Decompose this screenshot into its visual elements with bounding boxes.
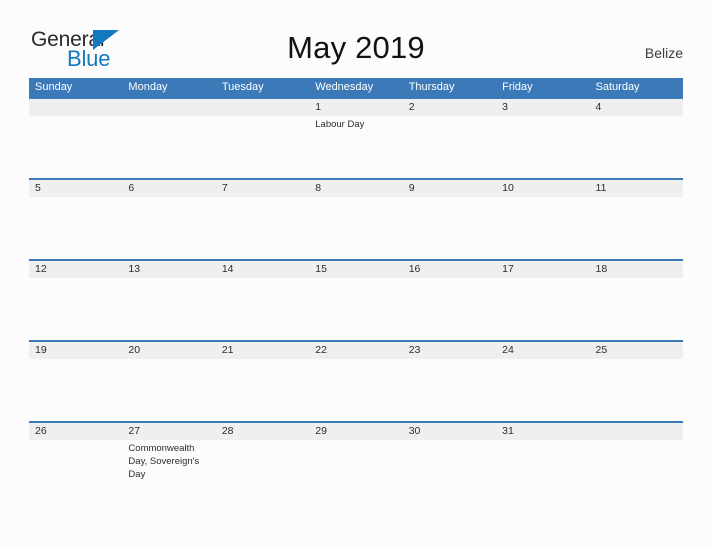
day-events [29,440,122,502]
day-number[interactable]: 18 [590,261,683,278]
day-number[interactable]: 24 [496,342,589,359]
day-number[interactable]: 31 [496,423,589,440]
weekday-header-row: Sunday Monday Tuesday Wednesday Thursday… [29,78,683,97]
weekday-header-monday: Monday [128,81,168,93]
weekday-header-thursday: Thursday [408,81,455,93]
day-events [590,116,683,178]
day-number[interactable] [122,99,215,116]
day-number[interactable]: 8 [309,180,402,197]
day-number[interactable]: 6 [122,180,215,197]
day-number[interactable]: 13 [122,261,215,278]
day-number[interactable] [590,423,683,440]
day-number[interactable]: 20 [122,342,215,359]
day-events [496,278,589,340]
day-events [122,116,215,178]
day-events [29,197,122,259]
day-number[interactable]: 3 [496,99,589,116]
day-events [29,359,122,421]
day-events [403,440,496,502]
day-number[interactable]: 9 [403,180,496,197]
day-number[interactable] [216,99,309,116]
week-daynumber-band: 19 20 21 22 23 24 25 [29,342,683,359]
day-number[interactable]: 14 [216,261,309,278]
day-number[interactable]: 10 [496,180,589,197]
day-events [590,278,683,340]
week-events-band [29,278,683,340]
day-events [309,440,402,502]
day-events [309,197,402,259]
day-number[interactable]: 17 [496,261,589,278]
week-daynumber-band: 5 6 7 8 9 10 11 [29,180,683,197]
weekday-header-sunday: Sunday [35,81,73,93]
calendar-week-row: 26 27 28 29 30 31 Commonwealth Day, Sove… [29,421,683,502]
day-number[interactable]: 29 [309,423,402,440]
week-daynumber-band: 12 13 14 15 16 17 18 [29,261,683,278]
day-events [29,116,122,178]
weekday-header-saturday: Saturday [595,81,640,93]
week-daynumber-band: 26 27 28 29 30 31 [29,423,683,440]
day-events [122,359,215,421]
day-events [496,359,589,421]
calendar-week-row: 19 20 21 22 23 24 25 [29,340,683,421]
week-daynumber-band: 1 2 3 4 [29,99,683,116]
day-number[interactable]: 19 [29,342,122,359]
day-events [403,359,496,421]
day-events [590,197,683,259]
day-events [216,197,309,259]
week-events-band: Labour Day [29,116,683,178]
day-events [496,440,589,502]
day-events [590,359,683,421]
day-number[interactable]: 16 [403,261,496,278]
week-events-band [29,359,683,421]
day-events [403,278,496,340]
day-events [122,197,215,259]
day-number[interactable]: 15 [309,261,402,278]
day-number[interactable]: 2 [403,99,496,116]
day-events [122,278,215,340]
calendar-grid: Sunday Monday Tuesday Wednesday Thursday… [29,78,683,502]
day-events [216,440,309,502]
day-events: Commonwealth Day, Sovereign's Day [128,443,200,480]
day-number[interactable]: 23 [403,342,496,359]
weekday-header-tuesday: Tuesday [221,81,264,93]
day-events [216,278,309,340]
day-events [309,278,402,340]
day-events [403,116,496,178]
day-number[interactable] [29,99,122,116]
week-events-band [29,197,683,259]
day-events [403,197,496,259]
day-number[interactable]: 5 [29,180,122,197]
day-events: Labour Day [315,119,365,130]
day-number[interactable]: 27 [122,423,215,440]
weekday-header-wednesday: Wednesday [315,81,374,93]
day-number[interactable]: 11 [590,180,683,197]
page-title: May 2019 [287,30,425,65]
country-label: Belize [644,45,683,61]
day-events [29,278,122,340]
day-number[interactable]: 7 [216,180,309,197]
day-number[interactable]: 28 [216,423,309,440]
day-number[interactable]: 4 [590,99,683,116]
calendar-week-row: 12 13 14 15 16 17 18 [29,259,683,340]
day-number[interactable]: 26 [29,423,122,440]
day-events [496,197,589,259]
day-events [496,116,589,178]
day-number[interactable]: 30 [403,423,496,440]
week-events-band: Commonwealth Day, Sovereign's Day [29,440,683,502]
day-number[interactable]: 12 [29,261,122,278]
weekday-header-friday: Friday [502,81,533,93]
day-number[interactable]: 22 [309,342,402,359]
day-events [216,359,309,421]
page-header: General Blue May 2019 Belize [0,0,712,76]
calendar-week-row: 1 2 3 4 Labour Day [29,97,683,178]
day-number[interactable]: 21 [216,342,309,359]
day-events [216,116,309,178]
day-events [309,359,402,421]
day-number[interactable]: 25 [590,342,683,359]
day-events [590,440,683,502]
day-number[interactable]: 1 [309,99,402,116]
calendar-week-row: 5 6 7 8 9 10 11 [29,178,683,259]
